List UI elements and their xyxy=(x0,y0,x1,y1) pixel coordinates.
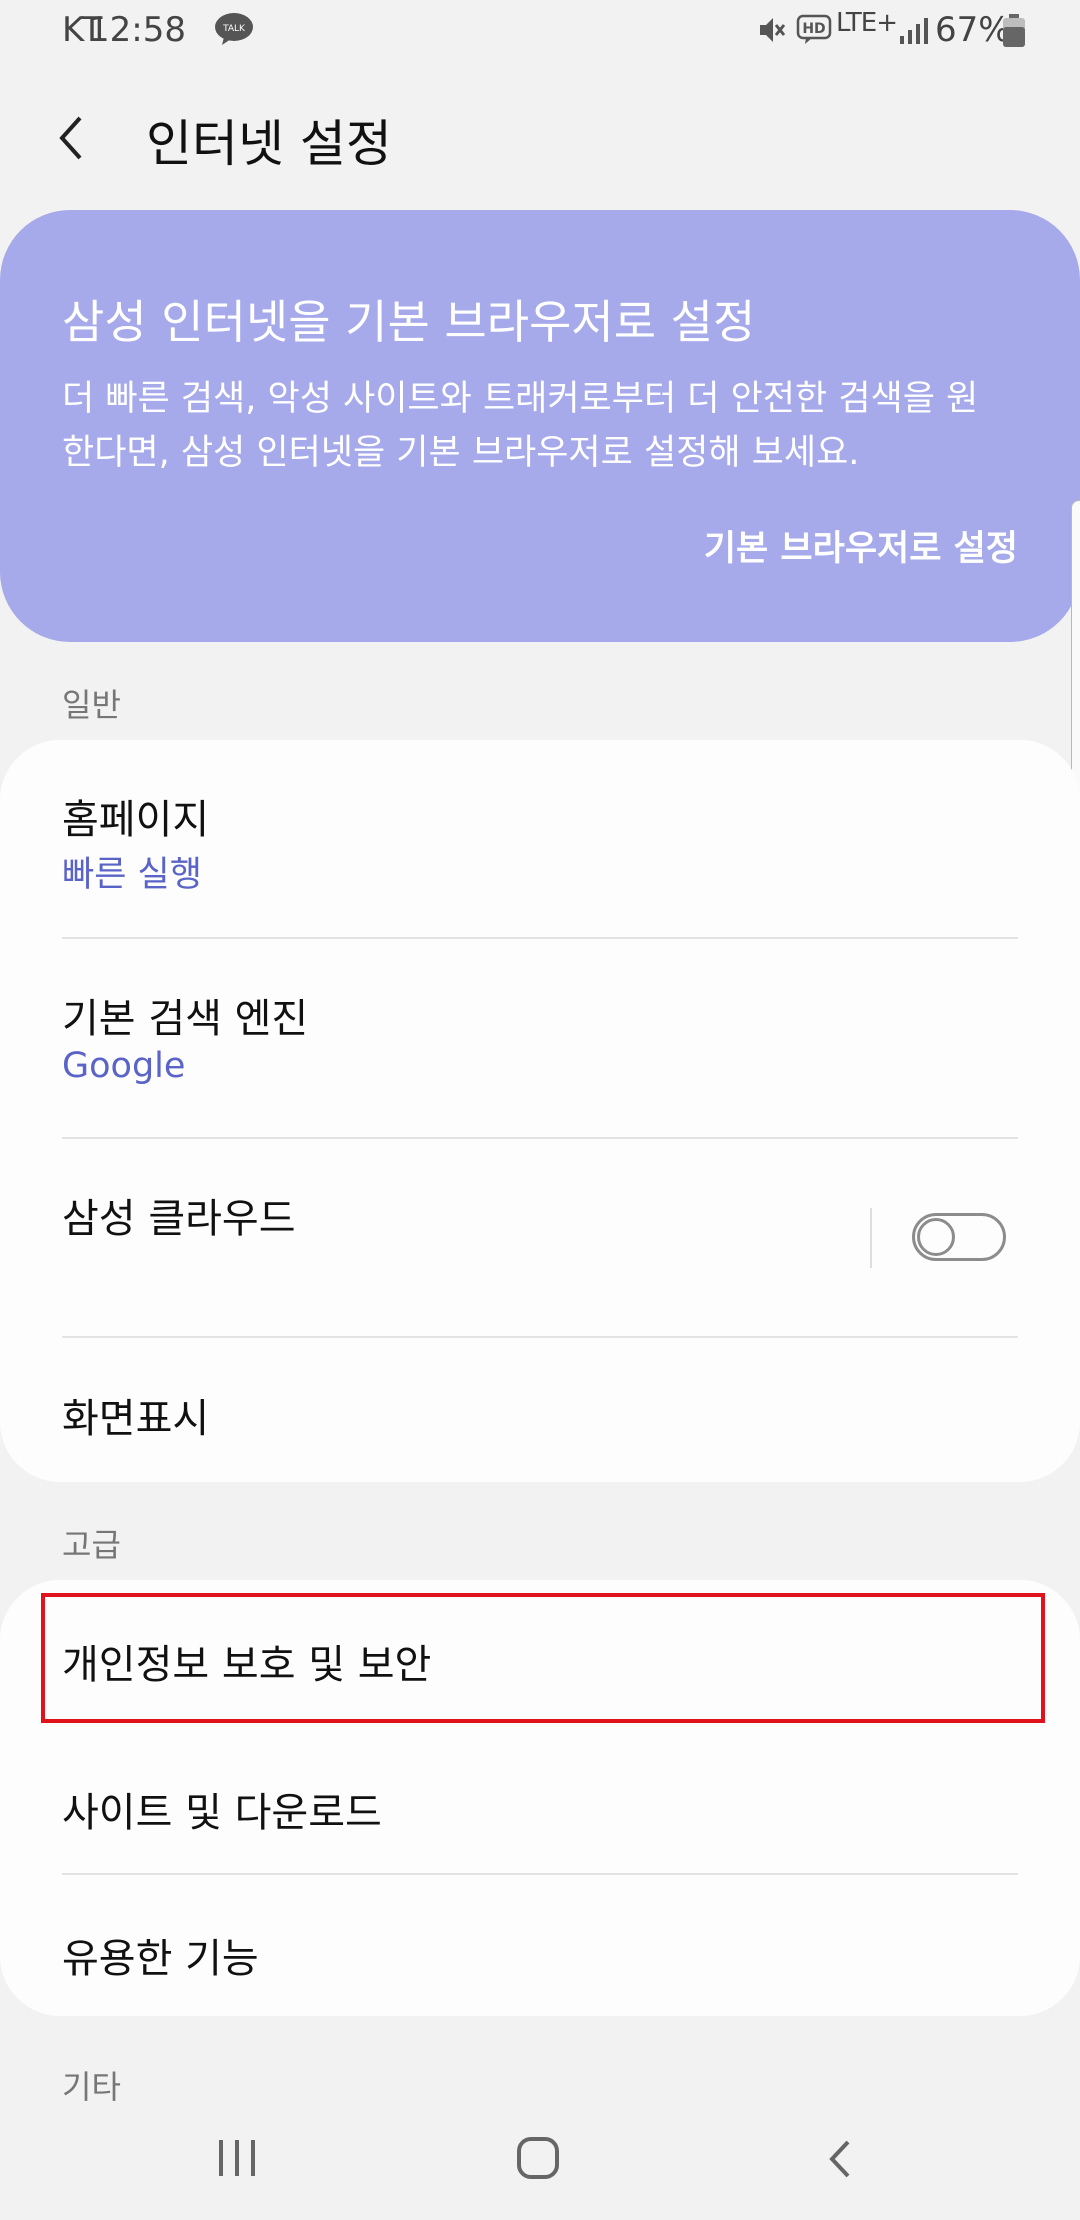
samsung-cloud-title: 삼성 클라우드 xyxy=(62,1196,296,1242)
battery-percent: 67% xyxy=(935,10,1011,50)
section-label-advanced: 고급 xyxy=(62,1526,121,1564)
hd-voice-icon: HD xyxy=(796,12,832,46)
home-icon[interactable] xyxy=(516,2136,560,2180)
banner-description: 더 빠른 검색, 악성 사이트와 트래커로부터 더 안전한 검색을 원한다면, … xyxy=(62,379,979,473)
back-arrow-icon[interactable] xyxy=(54,112,88,164)
hd-badge-text: HD xyxy=(802,21,825,37)
clock: 12:58 xyxy=(88,10,186,50)
homepage-title: 홈페이지 xyxy=(62,797,210,843)
sites-downloads-title: 사이트 및 다운로드 xyxy=(62,1790,382,1836)
divider xyxy=(62,1137,1018,1139)
kakaotalk-icon: TALK xyxy=(214,12,254,46)
vertical-divider xyxy=(870,1208,872,1268)
divider xyxy=(62,1336,1018,1338)
samsung-cloud-toggle[interactable] xyxy=(912,1213,1006,1261)
set-default-browser-button[interactable]: 기본 브라우저로 설정 xyxy=(704,520,1018,571)
homepage-value: 빠른 실행 xyxy=(62,855,202,895)
section-label-other: 기타 xyxy=(62,2068,121,2106)
useful-features-title: 유용한 기능 xyxy=(62,1936,259,1982)
divider xyxy=(62,937,1018,939)
highlight-box xyxy=(41,1593,1045,1723)
search-engine-value: Google xyxy=(62,1046,186,1086)
page-title: 인터넷 설정 xyxy=(146,115,392,173)
signal-icon xyxy=(898,18,928,46)
nav-back-icon[interactable] xyxy=(826,2138,854,2180)
network-type-label: LTE+ xyxy=(836,8,898,38)
toggle-knob xyxy=(917,1218,955,1256)
display-title: 화면표시 xyxy=(62,1396,210,1442)
battery-icon xyxy=(1002,14,1026,48)
divider xyxy=(62,1873,1018,1875)
search-engine-title: 기본 검색 엔진 xyxy=(62,996,309,1042)
recents-icon[interactable] xyxy=(214,2138,260,2178)
mute-icon xyxy=(756,14,788,46)
status-bar: KT 12:58 TALK HD LTE+ 67% xyxy=(0,0,1080,66)
talk-badge-text: TALK xyxy=(222,24,246,34)
section-label-general: 일반 xyxy=(62,686,121,724)
banner-title: 삼성 인터넷을 기본 브라우저로 설정 xyxy=(62,295,756,349)
